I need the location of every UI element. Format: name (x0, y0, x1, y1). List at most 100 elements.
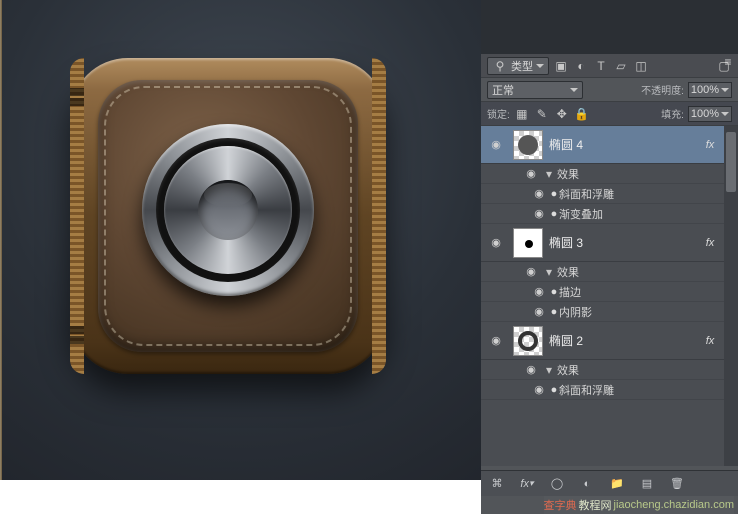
filter-kind-select[interactable]: ⚲ 类型 (487, 57, 549, 75)
fill-value: 100% (691, 108, 719, 120)
fx-badge[interactable]: fx (698, 335, 722, 347)
panel-menu-icon[interactable]: ≡ (720, 56, 736, 68)
opacity-value: 100% (691, 84, 719, 96)
lock-all-icon[interactable]: 🔒 (574, 106, 590, 122)
watermark-text: 查字典 (544, 497, 577, 513)
visibility-toggle[interactable]: ◉ (529, 305, 549, 318)
panel-tab-dark-area (481, 0, 738, 54)
fx-header-label: 效果 (557, 362, 579, 378)
visibility-toggle[interactable]: ◉ (485, 236, 507, 249)
lock-row: 锁定: ▦ ✎ ✥ 🔒 填充: 100% (481, 102, 738, 126)
fx-item[interactable]: ◉ ● 内阴影 (481, 302, 738, 322)
layer-name[interactable]: 椭圆 3 (549, 234, 698, 251)
bullet-icon: ● (549, 384, 559, 396)
blend-row: 正常 不透明度: 100% (481, 78, 738, 102)
bullet-icon: ● (549, 306, 559, 318)
bullet-icon: ● (549, 286, 559, 298)
fx-header[interactable]: ◉ ▾ 效果 (481, 262, 738, 282)
visibility-toggle[interactable]: ◉ (529, 207, 549, 220)
chevron-down-icon (570, 88, 578, 92)
layers-list[interactable]: ◉ 椭圆 4 fx ▾ ◉ ▾ 效果 ◉ ● 斜面和浮雕 ◉ ● 渐变叠加 (481, 126, 738, 466)
blend-mode-value: 正常 (492, 82, 514, 98)
filter-kind-label: 类型 (511, 58, 533, 74)
lock-position-icon[interactable]: ✥ (554, 106, 570, 122)
canvas-background (0, 0, 481, 480)
visibility-toggle[interactable]: ◉ (521, 265, 541, 278)
layers-panel: ≡ ⚲ 类型 ▣ ◐ T ▱ ◫ ▢ 正常 不透明度: 100% (481, 0, 738, 514)
visibility-toggle[interactable]: ◉ (485, 334, 507, 347)
fill-input[interactable]: 100% (688, 106, 732, 122)
lock-image-icon[interactable]: ✎ (534, 106, 550, 122)
blend-mode-select[interactable]: 正常 (487, 81, 583, 99)
chevron-down-icon[interactable]: ▾ (541, 166, 557, 182)
scrollbar-thumb[interactable] (726, 132, 736, 192)
visibility-toggle[interactable]: ◉ (485, 138, 507, 151)
filter-type-icon[interactable]: T (593, 58, 609, 74)
fx-badge[interactable]: fx (698, 139, 722, 151)
watermark-url: jiaocheng.chazidian.com (614, 499, 734, 511)
app-root: ≡ ⚲ 类型 ▣ ◐ T ▱ ◫ ▢ 正常 不透明度: 100% (0, 0, 738, 514)
fx-item-label: 斜面和浮雕 (559, 186, 614, 202)
fx-item[interactable]: ◉ ● 斜面和浮雕 (481, 380, 738, 400)
fx-header-label: 效果 (557, 264, 579, 280)
new-layer-icon[interactable]: ▤ (639, 477, 655, 491)
chevron-down-icon[interactable]: ▾ (541, 264, 557, 280)
filter-adjust-icon[interactable]: ◐ (573, 58, 589, 74)
layers-scrollbar[interactable] (724, 126, 738, 466)
fx-header[interactable]: ◉ ▾ 效果 (481, 164, 738, 184)
layer-thumbnail[interactable] (513, 326, 543, 356)
fx-item[interactable]: ◉ ● 斜面和浮雕 (481, 184, 738, 204)
search-icon: ⚲ (492, 58, 508, 74)
layer-thumbnail[interactable] (513, 228, 543, 258)
layer-filter-row: ⚲ 类型 ▣ ◐ T ▱ ◫ ▢ (481, 54, 738, 78)
icon-artwork (70, 58, 386, 374)
lens-glass (198, 180, 258, 240)
layer-name[interactable]: 椭圆 4 (549, 136, 698, 153)
fx-header-label: 效果 (557, 166, 579, 182)
fx-item[interactable]: ◉ ● 描边 (481, 282, 738, 302)
filter-pixel-icon[interactable]: ▣ (553, 58, 569, 74)
add-fx-icon[interactable]: fx▾ (519, 477, 535, 491)
document-canvas[interactable] (0, 0, 481, 497)
visibility-toggle[interactable]: ◉ (529, 383, 549, 396)
new-group-icon[interactable]: 📁 (609, 477, 625, 491)
chevron-down-icon[interactable]: ▾ (541, 362, 557, 378)
chevron-down-icon (721, 88, 729, 92)
fx-item-label: 描边 (559, 284, 581, 300)
layer-name[interactable]: 椭圆 2 (549, 332, 698, 349)
chevron-down-icon (536, 64, 544, 68)
fx-item-label: 内阴影 (559, 304, 592, 320)
watermark: 查字典 教程网 jiaocheng.chazidian.com (544, 496, 734, 514)
layer-row[interactable]: ◉ 椭圆 2 fx ▾ (481, 322, 738, 360)
chevron-down-icon (721, 112, 729, 116)
fx-item-label: 斜面和浮雕 (559, 382, 614, 398)
visibility-toggle[interactable]: ◉ (529, 285, 549, 298)
opacity-input[interactable]: 100% (688, 82, 732, 98)
add-adjustment-icon[interactable]: ◐ (579, 477, 595, 491)
metal-ring (142, 124, 314, 296)
canvas-bottom-strip (0, 480, 481, 497)
filter-shape-icon[interactable]: ▱ (613, 58, 629, 74)
fx-item-label: 渐变叠加 (559, 206, 603, 222)
layer-thumbnail[interactable] (513, 130, 543, 160)
layers-bottom-toolbar: ⌘ fx▾ ◯ ◐ 📁 ▤ 🗑 (481, 470, 738, 496)
link-layers-icon[interactable]: ⌘ (489, 477, 505, 491)
lock-transparency-icon[interactable]: ▦ (514, 106, 530, 122)
fx-header[interactable]: ◉ ▾ 效果 (481, 360, 738, 380)
filter-smart-icon[interactable]: ◫ (633, 58, 649, 74)
fill-label[interactable]: 填充: (661, 106, 684, 121)
ruler-left[interactable] (0, 0, 2, 497)
bullet-icon: ● (549, 188, 559, 200)
bullet-icon: ● (549, 208, 559, 220)
opacity-label[interactable]: 不透明度: (641, 82, 684, 97)
layer-row[interactable]: ◉ 椭圆 3 fx ▾ (481, 224, 738, 262)
visibility-toggle[interactable]: ◉ (521, 363, 541, 376)
fx-badge[interactable]: fx (698, 237, 722, 249)
visibility-toggle[interactable]: ◉ (529, 187, 549, 200)
visibility-toggle[interactable]: ◉ (521, 167, 541, 180)
delete-layer-icon[interactable]: 🗑 (669, 477, 685, 491)
add-mask-icon[interactable]: ◯ (549, 477, 565, 491)
fx-item[interactable]: ◉ ● 渐变叠加 (481, 204, 738, 224)
layer-row[interactable]: ◉ 椭圆 4 fx ▾ (481, 126, 738, 164)
watermark-text: 教程网 (579, 497, 612, 513)
